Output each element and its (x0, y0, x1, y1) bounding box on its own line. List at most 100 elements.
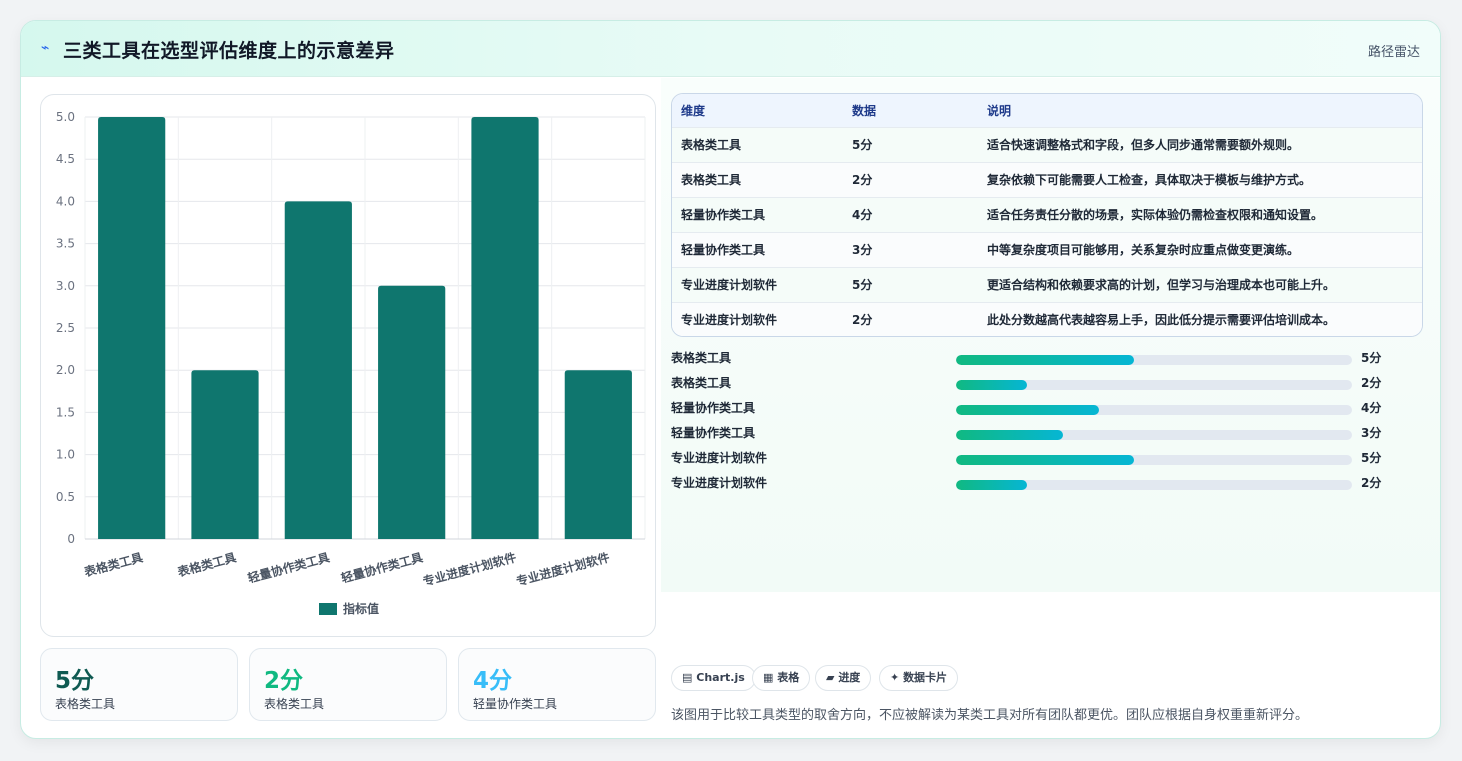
stat-card: 2分 表格类工具 (249, 648, 447, 721)
table-cell-description: 更适合结构和依赖要求高的计划，但学习与治理成本也可能上升。 (987, 278, 1336, 292)
table-cell-dimension: 轻量协作类工具 (681, 243, 766, 257)
table-cell-description: 复杂依赖下可能需要人工检查，具体取决于模板与维护方式。 (987, 173, 1312, 187)
stat-card: 5分 表格类工具 (40, 648, 238, 721)
card-header: ⌁ 三类工具在选型评估维度上的示意差异 路径雷达 (21, 21, 1440, 77)
progress-track (956, 480, 1352, 490)
table-cell-description: 适合任务责任分散的场景，实际体验仍需检查权限和通知设置。 (987, 208, 1324, 222)
main-card: ⌁ 三类工具在选型评估维度上的示意差异 路径雷达 0 0.5 1.0 1.5 2.0 2.… (20, 20, 1441, 739)
progress-value: 2分 (1361, 476, 1382, 490)
bar (564, 370, 632, 539)
stat-value: 4分 (473, 668, 513, 694)
stat-value: 5分 (55, 668, 95, 694)
x-tick-label: 轻量协作类工具 (246, 549, 331, 585)
table-header-data: 数据 (852, 103, 877, 118)
bar-chart[interactable]: 0 0.5 1.0 1.5 2.0 2.5 3.0 3.5 4.0 4.5 5.0 表格类工具 表格类工… (41, 95, 657, 638)
table-cell-dimension: 专业进度计划软件 (681, 278, 778, 292)
table-cell-data: 2分 (852, 313, 873, 328)
chip-data-card[interactable]: ✦ 数据卡片 (879, 665, 959, 691)
chip-label: Chart.js (696, 671, 745, 684)
table-cell-dimension: 专业进度计划软件 (681, 313, 778, 328)
progress-value: 4分 (1361, 401, 1382, 415)
table-row: 轻量协作类工具 4分 适合任务责任分散的场景，实际体验仍需检查权限和通知设置。 (672, 197, 1422, 232)
bolt-icon: ⌁ (41, 40, 50, 56)
table-row: 专业进度计划软件 5分 更适合结构和依赖要求高的计划，但学习与治理成本也可能上升… (672, 267, 1422, 302)
stat-label: 表格类工具 (264, 697, 325, 711)
progress-row: 专业进度计划软件 5分 (671, 446, 1431, 471)
y-tick-label: 2.0 (56, 363, 75, 377)
stat-value: 2分 (264, 668, 304, 694)
x-tick-label: 专业进度计划软件 (514, 549, 611, 588)
table-header-dimension: 维度 (681, 103, 706, 118)
progress-value: 5分 (1361, 451, 1382, 465)
progress-fill (956, 455, 1135, 465)
table-cell-data: 5分 (852, 138, 873, 152)
footnote: 该图用于比较工具类型的取舍方向，不应被解读为某类工具对所有团队都更优。团队应根据… (671, 708, 1309, 723)
y-tick-label: 2.5 (56, 321, 75, 335)
table-cell-data: 2分 (852, 173, 873, 187)
table-row: 表格类工具 5分 适合快速调整格式和字段，但多人同步通常需要额外规则。 (672, 127, 1422, 162)
table-cell-data: 3分 (852, 243, 873, 257)
progress-row: 专业进度计划软件 2分 (671, 471, 1431, 496)
chip-table[interactable]: ▦ 表格 (752, 665, 811, 691)
progress-label: 专业进度计划软件 (671, 476, 768, 490)
x-tick-label: 表格类工具 (82, 549, 145, 579)
y-tick-label: 4.0 (56, 194, 75, 208)
y-tick-label: 3.0 (56, 279, 75, 293)
progress-icon: ▰ (826, 671, 835, 684)
table-cell-description: 中等复杂度项目可能够用，关系复杂时应重点做变更演练。 (987, 243, 1300, 257)
progress-label: 轻量协作类工具 (671, 401, 756, 415)
stat-card: 4分 轻量协作类工具 (458, 648, 656, 721)
progress-value: 2分 (1361, 376, 1382, 390)
chip-progress[interactable]: ▰ 进度 (815, 665, 872, 691)
table-icon: ▦ (763, 671, 774, 684)
bar (378, 285, 446, 539)
progress-track (956, 405, 1352, 415)
legend-swatch (319, 603, 337, 615)
progress-label: 表格类工具 (671, 351, 732, 365)
x-tick-label: 表格类工具 (175, 549, 238, 579)
header-tag[interactable]: 路径雷达 (1368, 41, 1420, 60)
y-tick-label: 1.5 (56, 405, 75, 419)
legend-label: 指标值 (343, 601, 379, 616)
progress-row: 轻量协作类工具 4分 (671, 396, 1431, 421)
progress-row: 轻量协作类工具 3分 (671, 421, 1431, 446)
table-cell-dimension: 表格类工具 (681, 173, 742, 187)
progress-value: 5分 (1361, 351, 1382, 365)
table-row: 表格类工具 2分 复杂依赖下可能需要人工检查，具体取决于模板与维护方式。 (672, 162, 1422, 197)
progress-label: 表格类工具 (671, 376, 732, 390)
stat-label: 表格类工具 (55, 697, 116, 711)
y-tick-label: 0 (67, 532, 75, 546)
table-cell-data: 4分 (852, 208, 873, 222)
progress-label: 专业进度计划软件 (671, 451, 768, 465)
y-tick-label: 1.0 (56, 448, 75, 462)
progress-row: 表格类工具 2分 (671, 371, 1431, 396)
progress-fill (956, 480, 1028, 490)
progress-track (956, 430, 1352, 440)
bar-chart-panel: 0 0.5 1.0 1.5 2.0 2.5 3.0 3.5 4.0 4.5 5.0 表格类工具 表格类工… (40, 94, 656, 637)
y-tick-label: 5.0 (56, 110, 75, 124)
progress-track (956, 455, 1352, 465)
progress-label: 轻量协作类工具 (671, 426, 756, 440)
table-header-row: 维度 数据 说明 (672, 94, 1422, 127)
table-row: 专业进度计划软件 2分 此处分数越高代表越容易上手，因此低分提示需要评估培训成本… (672, 302, 1422, 336)
data-table-panel: 维度 数据 说明 表格类工具 5分 适合快速调整格式和字段，但多人同步通常需要额… (671, 93, 1423, 337)
progress-fill (956, 380, 1028, 390)
progress-fill (956, 355, 1135, 365)
table-header-description: 说明 (987, 103, 1012, 118)
progress-track (956, 355, 1352, 365)
progress-value: 3分 (1361, 426, 1382, 440)
x-tick-label: 轻量协作类工具 (339, 549, 424, 585)
bar (471, 117, 539, 539)
chip-label: 数据卡片 (903, 671, 948, 684)
sparkle-icon: ✦ (890, 671, 900, 684)
chip-chartjs[interactable]: ▤ Chart.js (671, 665, 756, 691)
bar (98, 117, 166, 539)
table-cell-description: 此处分数越高代表越容易上手，因此低分提示需要评估培训成本。 (987, 313, 1336, 328)
bar (284, 201, 352, 539)
table-row: 轻量协作类工具 3分 中等复杂度项目可能够用，关系复杂时应重点做变更演练。 (672, 232, 1422, 267)
table-cell-dimension: 轻量协作类工具 (681, 208, 766, 222)
chart-icon: ▤ (682, 671, 693, 684)
progress-track (956, 380, 1352, 390)
chip-label: 表格 (777, 671, 800, 684)
y-tick-label: 3.5 (56, 237, 75, 251)
